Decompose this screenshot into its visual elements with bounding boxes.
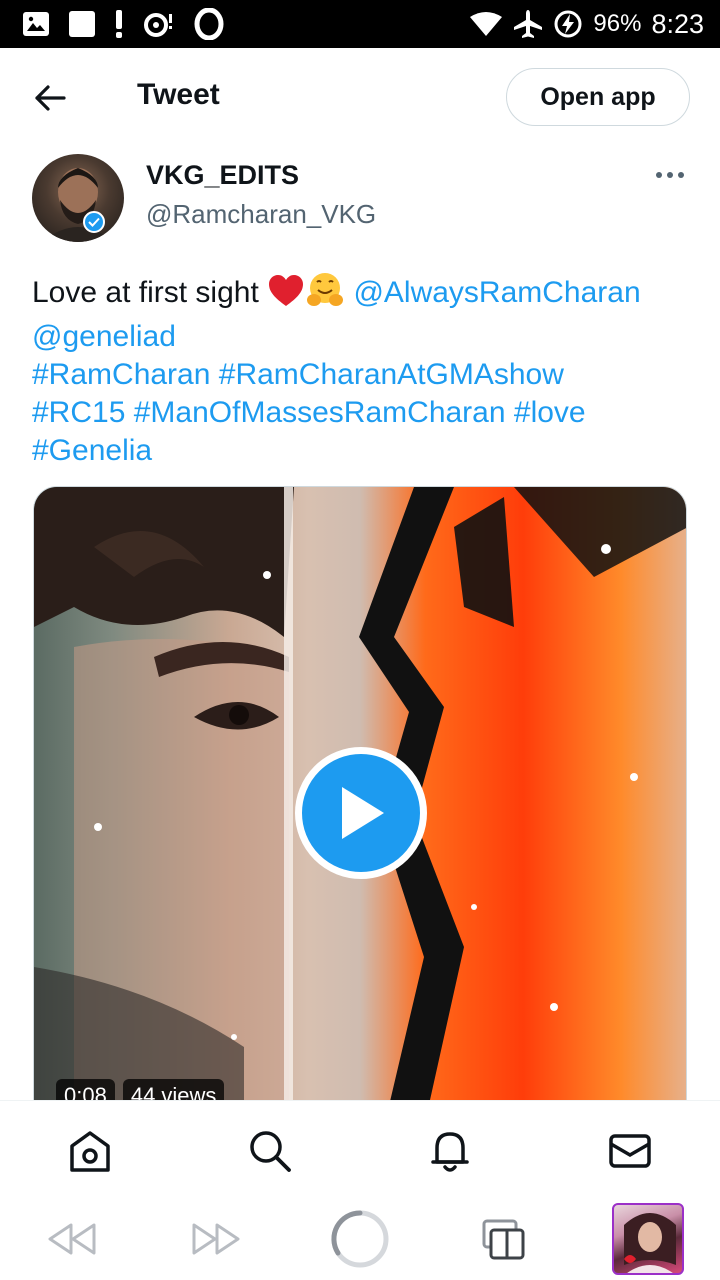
battery-charging-icon	[553, 9, 583, 39]
mention-link[interactable]: @AlwaysRamCharan	[353, 276, 640, 309]
page-title: Tweet	[137, 78, 220, 111]
avatar[interactable]	[32, 154, 124, 242]
alert-icon	[114, 9, 124, 39]
nav-search[interactable]	[246, 1127, 294, 1175]
home-icon	[70, 1131, 110, 1172]
envelope-icon	[609, 1134, 651, 1168]
rewind-icon	[48, 1223, 96, 1255]
red-heart-icon	[267, 274, 305, 318]
author-name[interactable]: VKG_EDITS	[146, 160, 299, 191]
status-bar-notifications	[22, 6, 224, 42]
nav-home[interactable]	[66, 1127, 114, 1175]
nav-messages[interactable]	[606, 1127, 654, 1175]
nav-notifications[interactable]	[426, 1127, 474, 1175]
browser-tabs-button[interactable]	[478, 1204, 530, 1274]
hugging-face-icon	[305, 272, 345, 318]
back-button[interactable]	[28, 78, 72, 118]
browser-toolbar	[0, 1198, 720, 1280]
verified-badge-icon	[83, 211, 105, 233]
more-dot	[667, 172, 673, 178]
opera-icon	[194, 8, 224, 40]
loading-spinner-icon	[331, 1210, 389, 1268]
status-bar-system: 96% 8:23	[469, 6, 704, 42]
hashtag-link[interactable]: #RamCharan	[32, 358, 210, 391]
play-icon	[342, 787, 384, 839]
gallery-icon	[22, 11, 50, 37]
hashtag-link[interactable]: #RC15	[32, 396, 125, 429]
bell-icon	[431, 1132, 469, 1172]
status-bar: 96% 8:23	[0, 0, 720, 48]
clock: 8:23	[651, 8, 704, 39]
video-media[interactable]: 0:08 44 views	[33, 486, 687, 1126]
arrow-left-icon	[35, 85, 66, 111]
author-handle[interactable]: @Ramcharan_VKG	[146, 199, 376, 230]
tweet-text-plain: Love at first sight	[32, 276, 268, 309]
sync-icon	[142, 11, 176, 37]
browser-profile-button[interactable]	[611, 1203, 685, 1275]
tweet-header: Tweet Open app	[0, 48, 720, 146]
more-dot	[678, 172, 684, 178]
hashtag-link[interactable]: #ManOfMassesRamCharan	[134, 396, 506, 429]
open-app-button[interactable]: Open app	[506, 68, 690, 126]
fast-forward-icon	[192, 1223, 240, 1255]
mention-link[interactable]: @geneliad	[32, 320, 176, 353]
tabs-icon	[482, 1219, 525, 1260]
browser-back-button[interactable]	[44, 1204, 100, 1274]
browser-forward-button[interactable]	[188, 1204, 244, 1274]
battery-percent: 96%	[593, 10, 642, 37]
more-dots-icon	[656, 172, 662, 178]
more-options-button[interactable]	[650, 160, 690, 190]
airplane-icon	[513, 9, 543, 39]
play-button[interactable]	[295, 747, 427, 879]
hashtag-link[interactable]: #love	[514, 396, 586, 429]
browser-reload-button[interactable]	[328, 1204, 392, 1274]
bottom-nav	[0, 1100, 720, 1198]
search-icon	[250, 1131, 291, 1172]
tweet-text: Love at first sight @AlwaysRamCharan @ge…	[32, 272, 702, 470]
square-icon	[68, 10, 96, 38]
hashtag-link[interactable]: #RamCharanAtGMAshow	[219, 358, 564, 391]
profile-thumbnail	[612, 1203, 684, 1275]
hashtag-link[interactable]: #Genelia	[32, 434, 152, 467]
wifi-icon	[469, 11, 503, 37]
